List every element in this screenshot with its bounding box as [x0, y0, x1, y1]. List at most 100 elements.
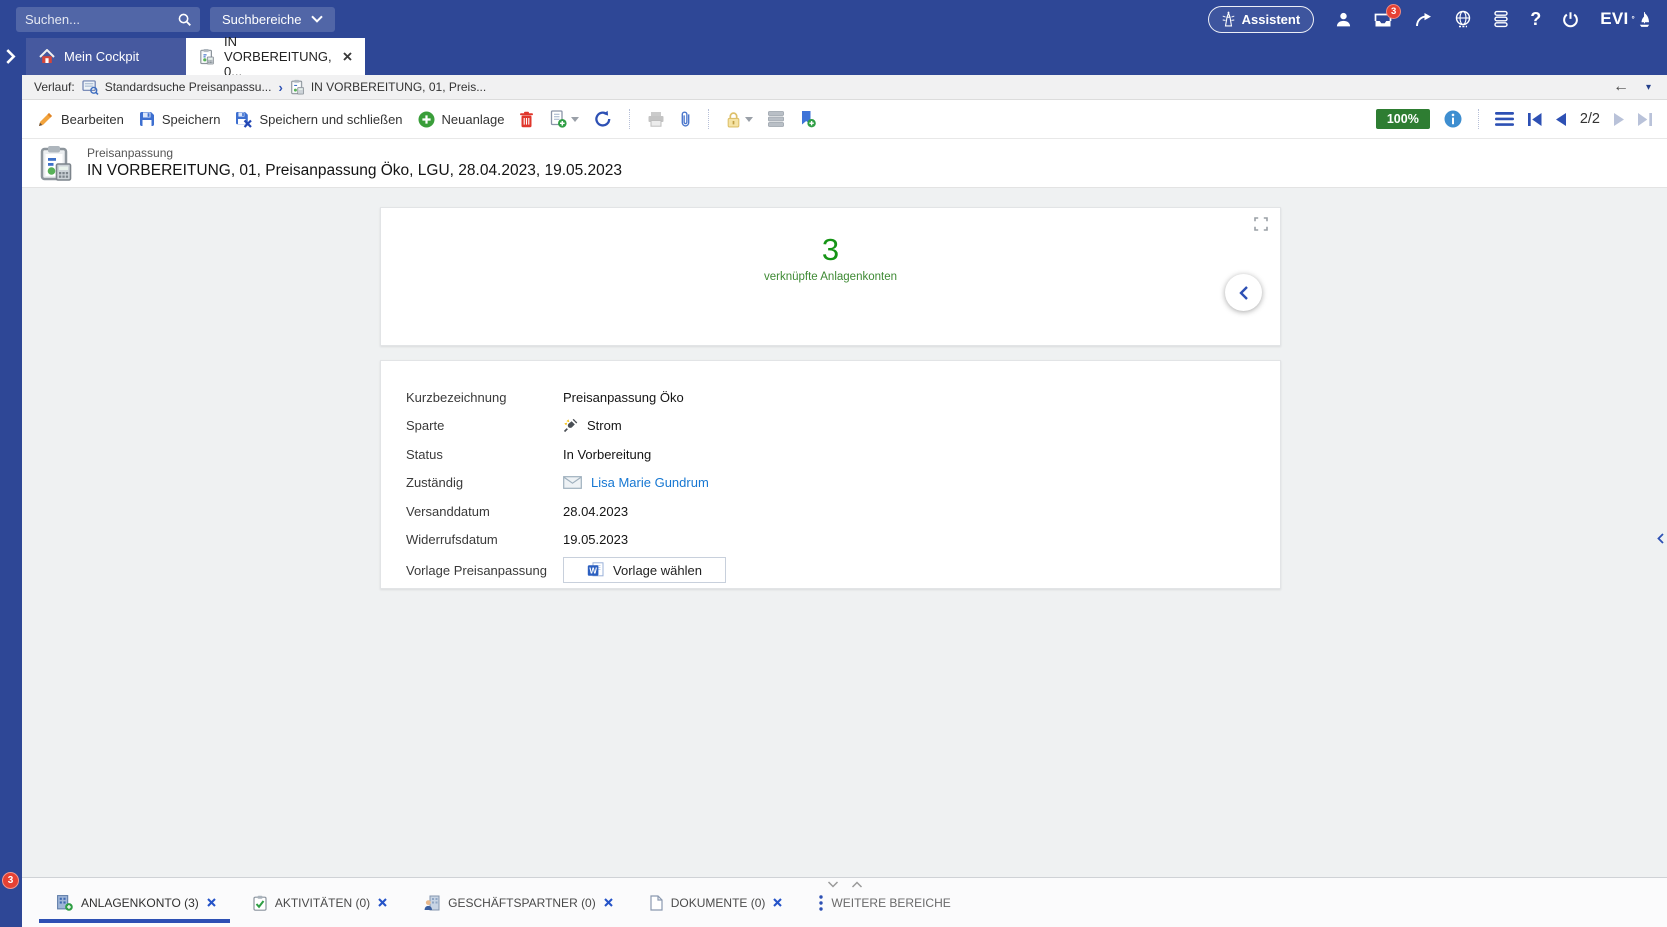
form-row: Vorlage Preisanpassung W Vorlage wählen [406, 554, 1280, 586]
inbox-icon[interactable]: 3 [1373, 11, 1393, 28]
search-scopes-button[interactable]: Suchbereiche [210, 7, 335, 32]
breadcrumb-item-label: IN VORBEREITUNG, 01, Preis... [311, 80, 486, 94]
tab-anlagenkonto[interactable]: ANLAGENKONTO (3) [56, 878, 216, 927]
print-icon [647, 111, 665, 127]
breadcrumb-nav: ← ▾ [1613, 79, 1651, 95]
new-record-button[interactable]: Neuanlage [418, 111, 505, 128]
new-record-label: Neuanlage [442, 112, 505, 127]
tab-weitere-bereiche[interactable]: WEITERE BEREICHE [819, 878, 950, 927]
record-type-icon [38, 144, 74, 182]
copy-record-button[interactable] [549, 110, 579, 128]
database-icon[interactable] [1493, 10, 1509, 28]
lock-caret-icon[interactable] [745, 117, 753, 122]
left-collapsed-panel[interactable]: 3 [0, 38, 22, 927]
app-window: Suchbereiche Assistent 3 [0, 0, 1667, 927]
search-input[interactable] [25, 12, 171, 27]
nav-next-icon [1614, 113, 1624, 126]
right-panel-chevron-icon[interactable] [1657, 533, 1664, 544]
svg-text:W: W [589, 566, 597, 575]
detail-form-card: Kurzbezeichnung Preisanpassung Öko Spart… [380, 360, 1281, 589]
edit-button[interactable]: Bearbeiten [37, 111, 124, 128]
archive-icon[interactable] [768, 111, 784, 127]
close-icon[interactable] [207, 898, 216, 907]
plug-icon [563, 418, 578, 433]
tab-in-vorbereitung[interactable]: IN VORBEREITUNG, 0... [186, 38, 365, 75]
chevron-left-icon [1239, 286, 1248, 300]
tab-geschaeftspartner[interactable]: GESCHÄFTSPARTNER (0) [424, 878, 613, 927]
global-search[interactable] [16, 7, 200, 32]
envelope-icon[interactable] [563, 476, 582, 489]
bookmark-add-icon[interactable] [799, 110, 816, 128]
save-close-button[interactable]: Speichern und schließen [235, 111, 402, 128]
delete-icon[interactable] [519, 111, 534, 128]
page-title: IN VORBEREITUNG, 01, Preisanpassung Öko,… [87, 162, 622, 180]
tab-mein-cockpit[interactable]: Mein Cockpit [26, 38, 186, 75]
field-label: Versanddatum [406, 504, 563, 519]
field-label: Vorlage Preisanpassung [406, 563, 563, 578]
stat-label: verknüpfte Anlagenkonten [764, 271, 897, 283]
toolbar-divider [629, 109, 630, 129]
globe-icon[interactable] [1454, 10, 1472, 28]
zoom-level-badge[interactable]: 100% [1376, 109, 1430, 129]
widerrufsdatum-value: 19.05.2023 [563, 532, 628, 547]
business-partner-icon [424, 895, 440, 911]
save-button[interactable]: Speichern [139, 111, 221, 127]
field-label: Kurzbezeichnung [406, 390, 563, 405]
tab-dokumente[interactable]: DOKUMENTE (0) [650, 878, 783, 927]
history-caret-icon[interactable]: ▾ [1646, 82, 1651, 93]
notification-badge: 3 [2, 872, 19, 889]
help-icon[interactable]: ? [1530, 9, 1541, 30]
tab-aktivitaeten[interactable]: AKTIVITÄTEN (0) [253, 878, 387, 927]
power-icon[interactable] [1562, 11, 1579, 28]
attachment-icon[interactable] [680, 110, 691, 128]
choose-template-button[interactable]: W Vorlage wählen [563, 557, 726, 583]
breadcrumb-item-label: Standardsuche Preisanpassu... [105, 80, 272, 94]
tab-label: GESCHÄFTSPARTNER (0) [448, 896, 596, 910]
search-icon[interactable] [177, 12, 192, 27]
breadcrumb-item-search[interactable]: Standardsuche Preisanpassu... [82, 80, 272, 95]
nav-prev-icon[interactable] [1556, 113, 1566, 126]
status-value: In Vorbereitung [563, 447, 651, 462]
field-label: Sparte [406, 418, 563, 433]
record-icon [290, 79, 305, 95]
close-icon[interactable] [773, 898, 782, 907]
info-icon[interactable] [1444, 110, 1462, 128]
lock-icon [726, 111, 741, 128]
collapse-panel-button[interactable] [1225, 274, 1262, 311]
form-row: Kurzbezeichnung Preisanpassung Öko [406, 383, 1280, 412]
stat-value[interactable]: 3 [822, 233, 839, 267]
save-label: Speichern [162, 112, 221, 127]
brand-logo-text: EVI [1600, 9, 1628, 29]
document-tabbar: Mein Cockpit IN VORBEREITUNG, 0... [22, 38, 1667, 75]
close-icon[interactable] [343, 52, 352, 61]
nav-first-icon[interactable] [1528, 113, 1542, 126]
close-icon[interactable] [378, 898, 387, 907]
user-icon[interactable] [1335, 11, 1352, 28]
sparte-value: Strom [563, 418, 622, 433]
back-arrow-icon[interactable]: ← [1613, 79, 1629, 95]
breadcrumb-item-record[interactable]: IN VORBEREITUNG, 01, Preis... [290, 79, 486, 95]
close-icon[interactable] [604, 898, 613, 907]
lighthouse-icon [1222, 11, 1235, 27]
save-close-icon [235, 111, 252, 128]
panel-expand-chevron-icon[interactable] [5, 49, 16, 64]
lock-button[interactable] [726, 111, 753, 128]
menu-icon[interactable] [1495, 112, 1514, 126]
assistant-button[interactable]: Assistent [1208, 6, 1315, 33]
fullscreen-icon[interactable] [1254, 217, 1268, 231]
brand-logo-mark: ° [1632, 15, 1636, 24]
refresh-icon[interactable] [594, 110, 612, 128]
tab-label: DOKUMENTE (0) [671, 896, 766, 910]
copy-caret-icon[interactable] [571, 117, 579, 122]
word-template-icon: W [587, 562, 604, 578]
field-label: Widerrufsdatum [406, 532, 563, 547]
chevron-down-icon [311, 15, 323, 23]
choose-template-label: Vorlage wählen [613, 563, 702, 578]
kurzbezeichnung-value: Preisanpassung Öko [563, 390, 684, 405]
redo-icon[interactable] [1414, 12, 1433, 27]
breadcrumb-label: Verlauf: [34, 80, 75, 94]
responsible-person-link[interactable]: Lisa Marie Gundrum [591, 475, 709, 490]
assistant-label: Assistent [1242, 12, 1301, 27]
record-header: Preisanpassung IN VORBEREITUNG, 01, Prei… [22, 139, 1667, 188]
form-row: Zuständig Lisa Marie Gundrum [406, 469, 1280, 498]
